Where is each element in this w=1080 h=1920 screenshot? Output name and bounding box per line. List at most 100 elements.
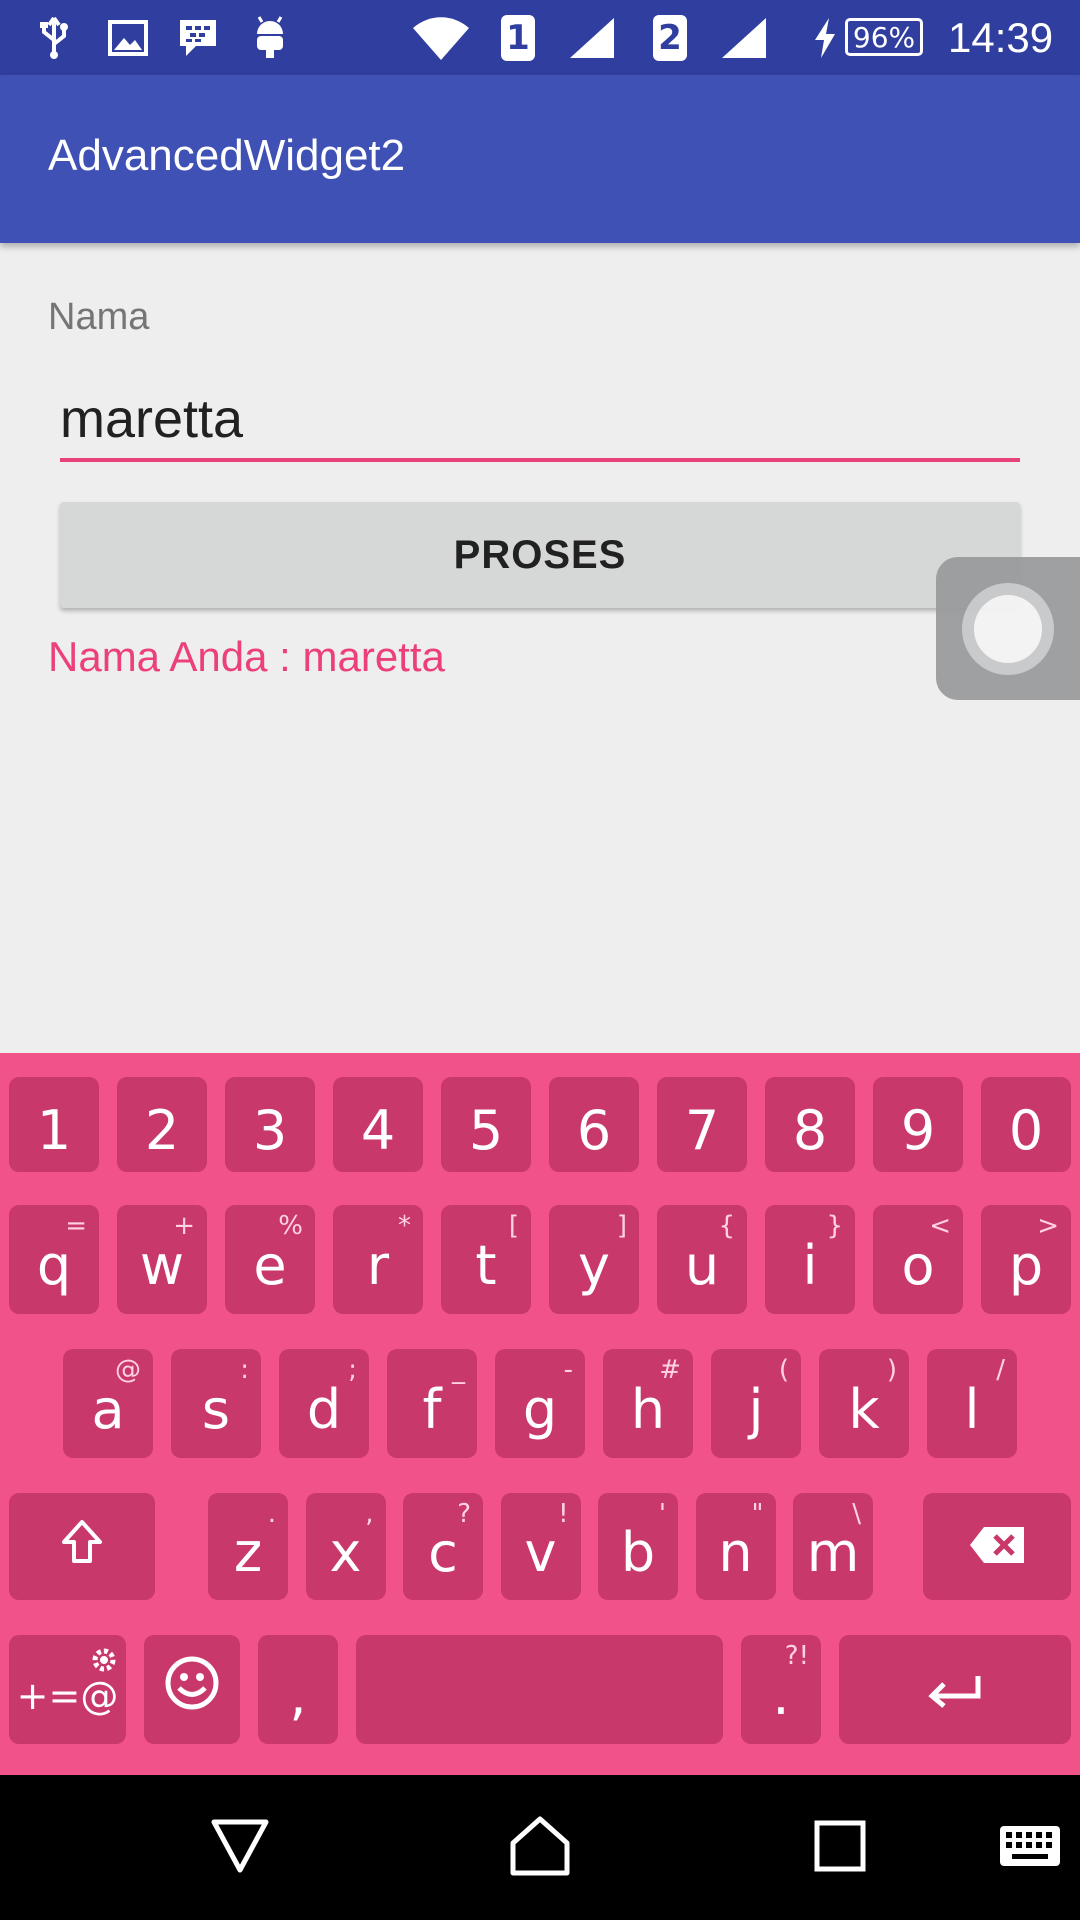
image-icon	[104, 10, 152, 65]
key-label: z	[233, 1521, 263, 1584]
key-3[interactable]: 3	[225, 1077, 315, 1172]
key-m[interactable]: m \	[793, 1493, 873, 1600]
key-u[interactable]: u{	[657, 1205, 747, 1314]
key-6[interactable]: 6	[549, 1077, 639, 1172]
key-alt-label: !	[558, 1499, 569, 1529]
key-h[interactable]: h #	[603, 1349, 693, 1458]
key-9[interactable]: 9	[873, 1077, 963, 1172]
recents-button[interactable]	[790, 1775, 890, 1920]
key-label: k	[848, 1378, 880, 1441]
proses-button[interactable]: PROSES	[60, 502, 1020, 608]
key-label: 6	[576, 1099, 612, 1162]
key-7[interactable]: 7	[657, 1077, 747, 1172]
key-1[interactable]: 1	[9, 1077, 99, 1172]
signal-icon	[718, 10, 770, 65]
key-alt-label: (	[778, 1355, 789, 1385]
back-button[interactable]	[190, 1775, 290, 1920]
key-label: 4	[360, 1099, 396, 1162]
key-label: c	[428, 1521, 458, 1584]
key-c[interactable]: c?	[403, 1493, 483, 1600]
symbols-key[interactable]: +=@	[9, 1635, 126, 1744]
key-alt-label: -	[563, 1355, 573, 1385]
key-label: q	[36, 1234, 72, 1297]
key-alt-label: _	[452, 1355, 465, 1385]
key-alt-label: .	[267, 1499, 276, 1529]
key-label: 8	[792, 1099, 828, 1162]
key-alt-label: ,	[365, 1499, 374, 1529]
key-s[interactable]: s:	[171, 1349, 261, 1458]
keyboard: +=@ , . ?! 1 2 3 4 5 6 7 8 9 0 q = w + e% r * t[y] u{i} o < p…	[0, 1053, 1080, 1775]
key-w[interactable]: w +	[117, 1205, 207, 1314]
key-b[interactable]: b '	[598, 1493, 678, 1600]
key-d[interactable]: d;	[279, 1349, 369, 1458]
smiley-icon	[164, 1655, 220, 1724]
key-5[interactable]: 5	[441, 1077, 531, 1172]
key-alt-label: "	[751, 1499, 764, 1529]
key-y[interactable]: y]	[549, 1205, 639, 1314]
period-alt-label: ?!	[784, 1641, 809, 1671]
key-label: t	[475, 1234, 497, 1297]
key-f[interactable]: f _	[387, 1349, 477, 1458]
period-key[interactable]: . ?!	[741, 1635, 821, 1744]
wifi-icon	[408, 10, 474, 65]
backspace-key[interactable]	[923, 1493, 1071, 1600]
key-t[interactable]: t[	[441, 1205, 531, 1314]
keyboard-switch-button[interactable]	[980, 1775, 1080, 1920]
key-v[interactable]: v!	[500, 1493, 581, 1600]
key-label: 7	[684, 1099, 720, 1162]
key-label: x	[329, 1521, 362, 1584]
key-alt-label: }	[826, 1211, 843, 1241]
key-g[interactable]: g-	[495, 1349, 585, 1458]
battery-indicator: 96%	[845, 18, 923, 56]
signal-icon	[566, 10, 618, 65]
shift-icon	[60, 1515, 104, 1578]
key-alt-label: *	[398, 1211, 411, 1241]
gear-icon	[90, 1639, 118, 1683]
key-k[interactable]: k)	[819, 1349, 909, 1458]
key-l[interactable]: l /	[927, 1349, 1017, 1458]
key-label: f	[422, 1378, 442, 1441]
shift-key[interactable]	[9, 1493, 155, 1600]
key-n[interactable]: n "	[695, 1493, 776, 1600]
key-0[interactable]: 0	[981, 1077, 1071, 1172]
home-icon	[509, 1815, 571, 1881]
key-alt-label: \	[852, 1499, 861, 1529]
key-label: 1	[36, 1099, 72, 1162]
key-a[interactable]: a @	[63, 1349, 153, 1458]
key-r[interactable]: r *	[333, 1205, 423, 1314]
key-p[interactable]: p >	[981, 1205, 1071, 1314]
key-alt-label: )	[886, 1355, 897, 1385]
key-j[interactable]: j(	[711, 1349, 801, 1458]
key-z[interactable]: z.	[208, 1493, 288, 1600]
home-button[interactable]	[490, 1775, 590, 1920]
key-8[interactable]: 8	[765, 1077, 855, 1172]
key-label: v	[524, 1521, 557, 1584]
key-label: u	[684, 1234, 720, 1297]
clock: 14:39	[948, 14, 1054, 61]
key-4[interactable]: 4	[333, 1077, 423, 1172]
status-bar: 1 2 96% 14:39	[0, 0, 1080, 75]
key-2[interactable]: 2	[117, 1077, 207, 1172]
backspace-icon	[968, 1515, 1026, 1578]
charging-icon	[810, 10, 840, 65]
comma-key[interactable]: ,	[258, 1635, 338, 1744]
navigation-bar	[0, 1775, 1080, 1920]
sim2-badge: 2	[652, 10, 688, 65]
key-o[interactable]: o <	[873, 1205, 963, 1314]
android-icon	[248, 10, 292, 65]
key-i[interactable]: i}	[765, 1205, 855, 1314]
app-bar: AdvancedWidget2	[0, 75, 1080, 243]
key-e[interactable]: e%	[225, 1205, 315, 1314]
key-alt-label: +	[173, 1211, 195, 1241]
name-label: Nama	[48, 296, 150, 338]
name-input[interactable]	[60, 380, 1020, 462]
key-x[interactable]: x,	[305, 1493, 386, 1600]
key-alt-label: @	[115, 1355, 141, 1385]
enter-key[interactable]	[839, 1635, 1071, 1744]
emoji-key[interactable]	[144, 1635, 240, 1744]
assistive-touch-button[interactable]	[936, 557, 1080, 700]
key-q[interactable]: q =	[9, 1205, 99, 1314]
key-alt-label: ;	[348, 1355, 357, 1385]
space-key[interactable]	[356, 1635, 723, 1744]
recents-square-icon	[814, 1820, 866, 1876]
